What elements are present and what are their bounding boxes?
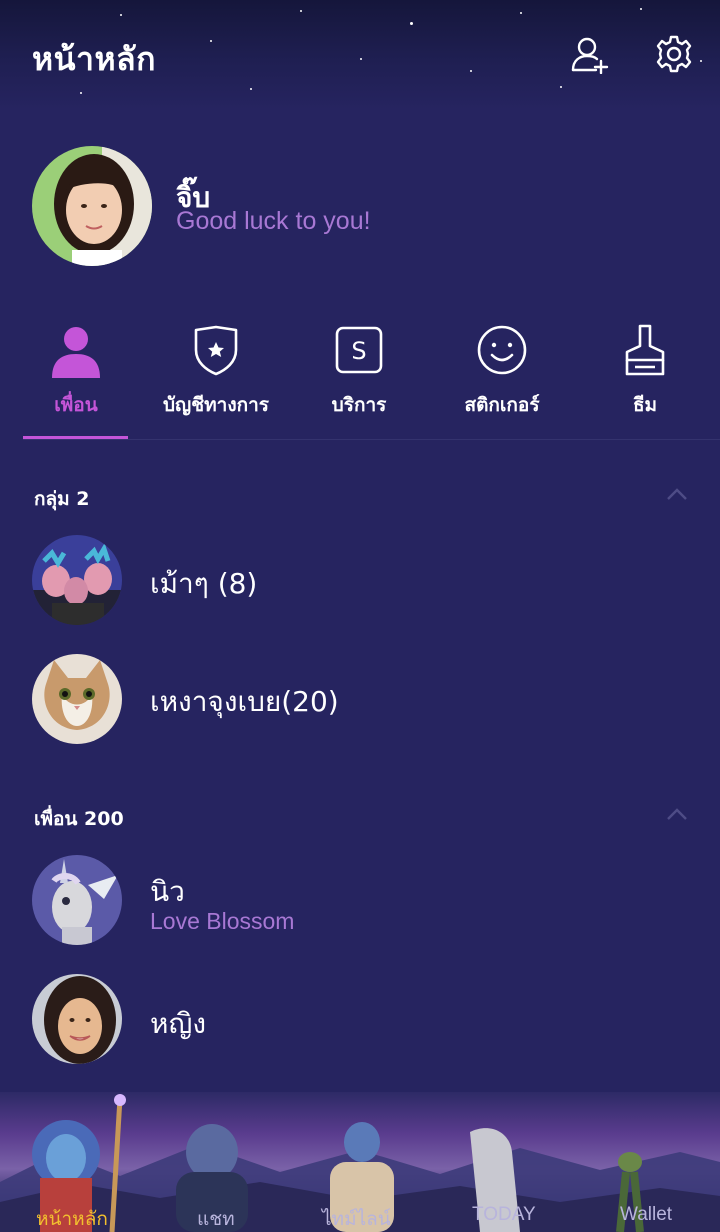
person-icon (48, 322, 104, 378)
smiley-icon (474, 322, 530, 378)
profile-avatar[interactable] (32, 146, 152, 266)
tab-stickers[interactable]: สติกเกอร์ (430, 318, 574, 438)
group-avatar[interactable] (32, 654, 122, 744)
chevron-up-icon[interactable] (666, 806, 688, 820)
tab-friends-label: เพื่อน (54, 394, 98, 416)
svg-text:S: S (351, 337, 366, 365)
page-title: หน้าหลัก (32, 40, 157, 78)
group-name[interactable]: เหงาจุงเบย(20) (150, 680, 339, 724)
tab-services-label: บริการ (331, 394, 387, 416)
friend-name[interactable]: หญิง (150, 1002, 206, 1046)
brush-icon (617, 322, 673, 378)
tab-divider (23, 439, 720, 440)
tab-official-accounts[interactable]: บัญชีทางการ (144, 318, 288, 438)
profile-status-message: Good luck to you! (176, 207, 371, 235)
nav-home[interactable]: หน้าหลัก (36, 1204, 108, 1232)
nav-wallet[interactable]: Wallet (620, 1204, 672, 1226)
friend-status-message: Love Blossom (150, 908, 295, 934)
nav-timeline[interactable]: ไทม์ไลน์ (322, 1204, 391, 1232)
gear-icon[interactable] (654, 34, 694, 74)
friend-avatar[interactable] (32, 855, 122, 945)
tab-official-accounts-label: บัญชีทางการ (163, 394, 269, 416)
chevron-up-icon[interactable] (666, 486, 688, 500)
tab-themes[interactable]: ธีม (573, 318, 717, 438)
nav-chats[interactable]: แชท (197, 1204, 235, 1232)
service-s-icon: S (331, 322, 387, 378)
groups-section-header[interactable]: กลุ่ม 2 (34, 484, 90, 514)
bottom-navigation: หน้าหลัก แชท ไทม์ไลน์ TODAY Wallet (0, 1092, 720, 1232)
shield-star-icon (188, 322, 244, 378)
group-avatar[interactable] (32, 535, 122, 625)
tab-services[interactable]: S บริการ (287, 318, 431, 438)
friend-avatar[interactable] (32, 974, 122, 1064)
category-tabs: เพื่อน บัญชีทางการ S บริการ สติกเกอร์ ธี… (0, 318, 720, 440)
group-name[interactable]: เม้าๆ (8) (150, 562, 257, 606)
add-friend-icon[interactable] (570, 34, 610, 75)
tab-stickers-label: สติกเกอร์ (464, 394, 540, 416)
tab-friends[interactable]: เพื่อน (4, 318, 148, 438)
friends-section-header[interactable]: เพื่อน 200 (34, 804, 124, 834)
nav-today[interactable]: TODAY (472, 1204, 536, 1226)
tab-themes-label: ธีม (632, 394, 658, 416)
